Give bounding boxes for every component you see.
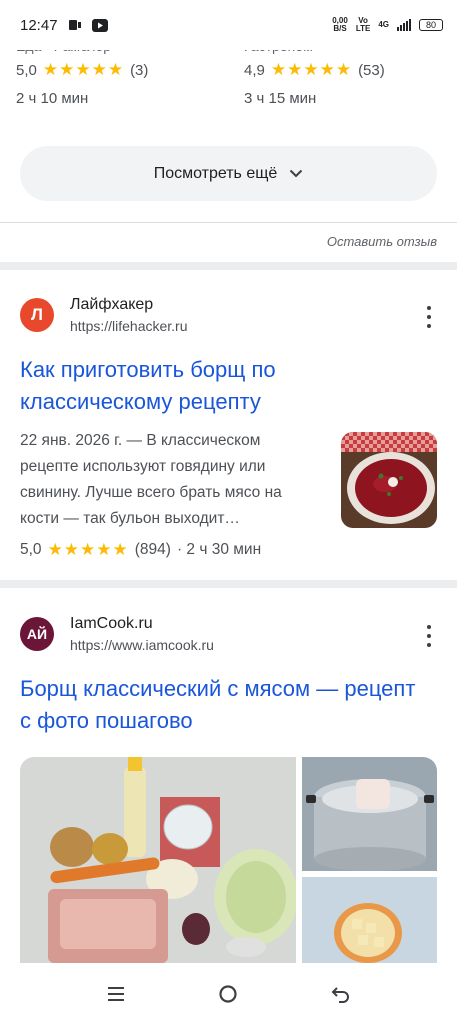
- site-name: Лайфхакер: [70, 296, 154, 313]
- network-label: 4G: [378, 20, 389, 29]
- site-info: IamCook.ru https://www.iamcook.ru: [70, 615, 214, 653]
- section-separator: [0, 580, 457, 588]
- status-left: 12:47: [20, 17, 108, 34]
- cook-time: · 2 ч 30 мин: [176, 541, 262, 558]
- battery-icon: 80: [419, 19, 443, 31]
- home-icon[interactable]: [208, 974, 248, 1014]
- status-bar: 12:47 0,00 B/S Vo LTE 4G 80: [0, 0, 457, 50]
- speed-unit: B/S: [333, 24, 347, 33]
- back-icon[interactable]: [321, 974, 361, 1014]
- gallery-image-potatoes[interactable]: [302, 877, 437, 963]
- stars-icon: ★★★★★: [47, 540, 129, 559]
- result-header[interactable]: АЙ IamCook.ru https://www.iamcook.ru: [20, 615, 214, 653]
- result-header[interactable]: Л Лайфхакер https://lifehacker.ru: [20, 296, 188, 334]
- chevron-down-icon: [290, 169, 303, 178]
- menu-icon[interactable]: [96, 974, 136, 1014]
- recipe-carousel-partial: Еда · Рамблер 5,0 ★★★★★ (3) 2 ч 10 мин Г…: [0, 38, 457, 118]
- site-info: Лайфхакер https://lifehacker.ru: [70, 296, 188, 334]
- rating-count: (3): [130, 61, 149, 79]
- network-speed: 0,00 B/S: [332, 17, 348, 33]
- favicon-letter: АЙ: [26, 626, 48, 642]
- battery-level: 80: [425, 20, 436, 30]
- stars-icon: ★★★★★: [42, 60, 125, 79]
- youtube-icon: [91, 18, 108, 32]
- show-more-button[interactable]: Посмотреть ещё: [20, 146, 437, 201]
- show-more-label: Посмотреть ещё: [153, 164, 278, 182]
- system-nav-bar: [0, 963, 457, 1024]
- result-snippet: 22 янв. 2026 г. — В классическом рецепте…: [20, 432, 282, 527]
- favicon-letter: Л: [31, 305, 43, 324]
- site-favicon: АЙ: [20, 617, 54, 651]
- site-url: https://lifehacker.ru: [70, 318, 188, 334]
- status-right: 0,00 B/S Vo LTE 4G 80: [332, 17, 443, 33]
- volte-bottom: LTE: [355, 24, 371, 33]
- ingredients-image: [20, 757, 296, 963]
- volte-indicator: Vo LTE: [356, 17, 371, 33]
- feedback-link[interactable]: Оставить отзыв: [327, 234, 437, 249]
- section-separator: [0, 262, 457, 270]
- result-title-link[interactable]: Как приготовить борщ по классическому ре…: [20, 354, 380, 418]
- result-meta: 5,0 ★★★★★ (894) · 2 ч 30 мин: [20, 540, 261, 560]
- potatoes-image: [302, 877, 437, 963]
- divider: [0, 222, 457, 223]
- rating-value: 5,0: [20, 541, 42, 558]
- pot-image: [302, 757, 437, 871]
- result-title-link[interactable]: Борщ классический с мясом — рецепт с фот…: [20, 673, 420, 737]
- recipe-time: 2 ч 10 мин: [16, 90, 89, 107]
- site-url: https://www.iamcook.ru: [70, 637, 214, 653]
- rating-count: (894): [134, 541, 171, 558]
- result-thumbnail[interactable]: [341, 432, 437, 528]
- status-time: 12:47: [20, 16, 58, 34]
- more-vert-icon[interactable]: [421, 625, 437, 647]
- signal-icon: [397, 19, 411, 31]
- rating-value: 4,9: [244, 61, 265, 79]
- rating-value: 5,0: [16, 61, 37, 79]
- more-vert-icon[interactable]: [421, 306, 437, 328]
- stars-icon: ★★★★★: [270, 60, 353, 79]
- notification-app-icon: [68, 20, 81, 30]
- gallery-image-ingredients[interactable]: [20, 757, 296, 963]
- rating-count: (53): [358, 61, 385, 79]
- recipe-time: 3 ч 15 мин: [244, 90, 317, 107]
- borscht-image: [341, 432, 437, 528]
- site-name: IamCook.ru: [70, 615, 153, 632]
- recipe-rating: 4,9 ★★★★★ (53): [244, 60, 444, 80]
- gallery-image-pot[interactable]: [302, 757, 437, 871]
- network-type: 4G: [378, 21, 389, 29]
- site-favicon: Л: [20, 298, 54, 332]
- recipe-rating: 5,0 ★★★★★ (3): [16, 60, 216, 80]
